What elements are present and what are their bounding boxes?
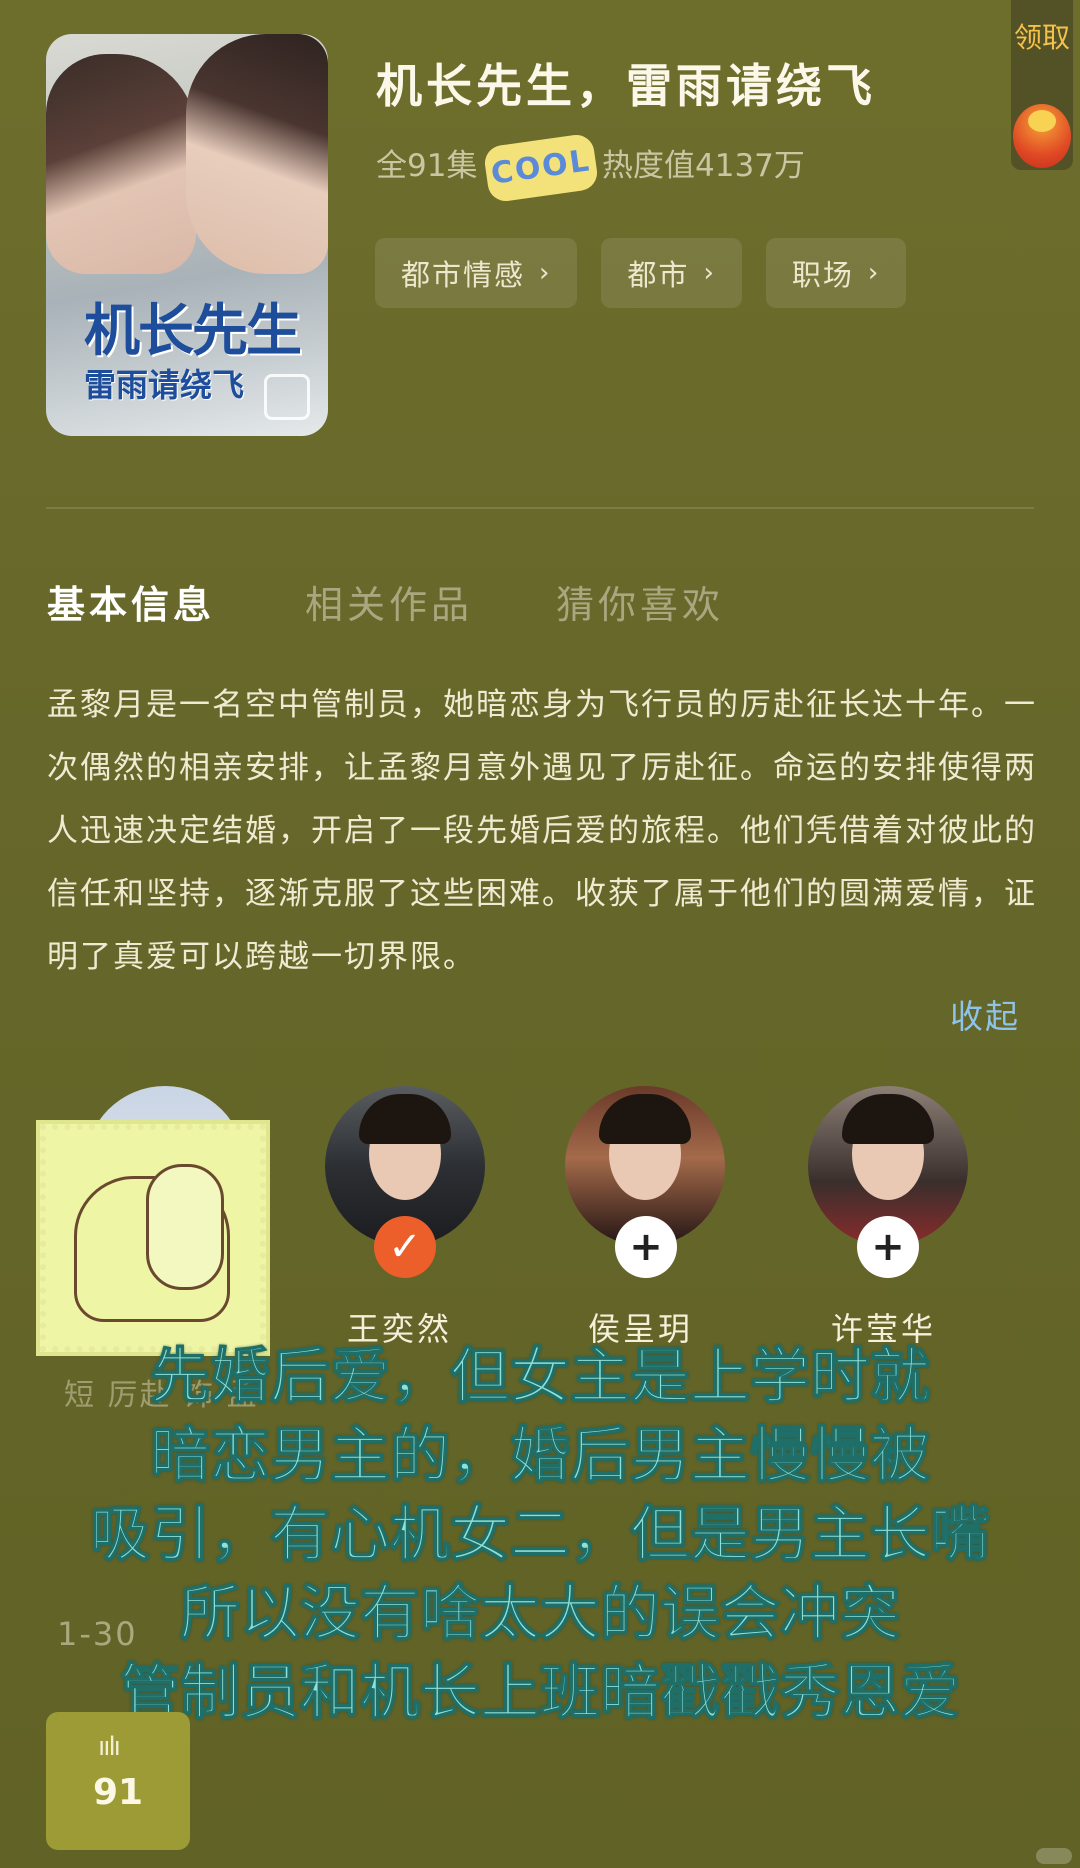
tag-label: 都市: [627, 258, 690, 292]
tag-workplace[interactable]: 职场 ›: [765, 238, 907, 308]
overlay-caption: 先婚后爱，但女主是上学时就 暗恋男主的，婚后男主慢慢被 吸引，有心机女二，但是男…: [0, 1338, 1080, 1733]
poster-title-line2: 雷雨请绕飞: [84, 366, 245, 404]
synopsis-text: 孟黎月是一名空中管制员，她暗恋身为飞行员的厉赴征长达十年。一次偶然的相亲安排，让…: [47, 687, 1037, 975]
episode-number: 91: [92, 1772, 144, 1813]
heat-value: 热度值4137万: [602, 148, 805, 184]
poster-figure-right: [186, 34, 328, 274]
reward-button[interactable]: 领取: [1011, 0, 1073, 170]
caption-line: 所以没有啥太大的误会冲突: [179, 1578, 901, 1650]
watermark: [1036, 1848, 1072, 1864]
avatar-hair: [842, 1094, 934, 1144]
chevron-right-icon: ›: [539, 258, 552, 288]
follow-plus-icon[interactable]: +: [615, 1216, 677, 1278]
caption-line: 暗恋男主的，婚后男主慢慢被: [149, 1420, 931, 1492]
tag-urban[interactable]: 都市 ›: [601, 238, 742, 308]
drama-poster[interactable]: 机长先生 雷雨请绕飞: [46, 34, 328, 436]
caption-line: 吸引，有心机女二，但是男主长嘴: [89, 1499, 991, 1571]
cat-dog-sticker: [40, 1124, 266, 1352]
tag-label: 都市情感: [401, 258, 526, 292]
drama-title: 机长先生，雷雨请绕飞: [376, 59, 876, 113]
chevron-right-icon: ›: [703, 258, 716, 288]
episode-91-button[interactable]: ıılı 91: [46, 1712, 190, 1850]
tab-related-works[interactable]: 相关作品: [305, 574, 473, 629]
tag-label: 职场: [791, 258, 854, 292]
poster-title-line1: 机长先生: [84, 299, 302, 364]
photo-icon[interactable]: [264, 374, 310, 420]
avatar-hair: [359, 1094, 451, 1144]
followed-check-icon[interactable]: ✓: [374, 1216, 436, 1278]
equalizer-icon: ıılı: [98, 1732, 121, 1762]
dog-drawing: [146, 1164, 224, 1290]
reward-label: 领取: [1013, 21, 1070, 54]
tag-urban-romance[interactable]: 都市情感 ›: [375, 238, 578, 308]
poster-figure-left: [46, 54, 196, 274]
coin-icon: [1028, 110, 1056, 132]
chevron-right-icon: ›: [867, 258, 881, 288]
episode-count: 全91集: [376, 148, 478, 184]
tab-basic-info[interactable]: 基本信息: [47, 574, 215, 629]
section-divider: [46, 507, 1034, 509]
genre-tags: 都市情感 › 都市 › 职场 ›: [375, 238, 907, 308]
caption-line: 先婚后爱，但女主是上学时就: [149, 1341, 931, 1413]
avatar-hair: [599, 1094, 691, 1144]
follow-plus-icon[interactable]: +: [857, 1216, 919, 1278]
collapse-link[interactable]: 收起: [950, 990, 1020, 1038]
tab-recommended[interactable]: 猜你喜欢: [556, 574, 724, 629]
